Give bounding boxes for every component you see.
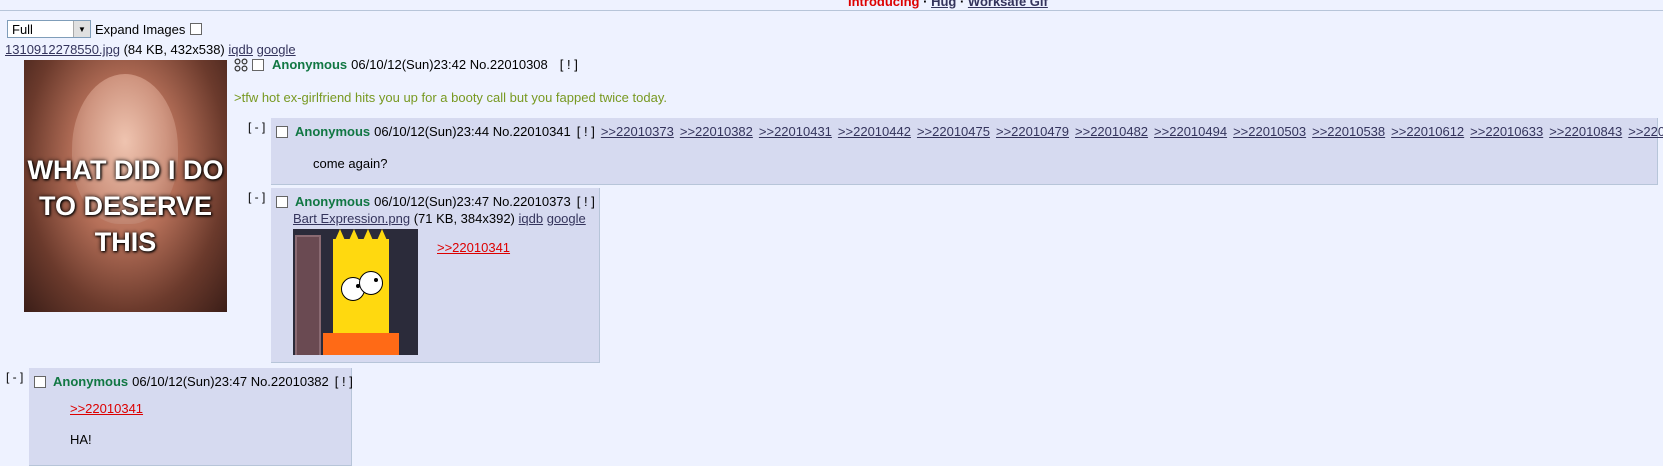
reply-2-google-link[interactable]: google	[547, 211, 586, 226]
bart-image-spike	[333, 229, 347, 245]
backlink[interactable]: >>22010503	[1233, 124, 1306, 139]
op-poster-name: Anonymous	[272, 57, 348, 72]
reply-3-toggle[interactable]: [ - ]	[6, 370, 23, 384]
op-google-link[interactable]: google	[257, 42, 296, 57]
op-image-caption: WHAT DID I DO TO DESERVE THIS	[27, 155, 224, 257]
reply-2-iqdb-link[interactable]: iqdb	[519, 211, 544, 226]
reply-1-checkbox[interactable]	[276, 125, 288, 138]
backlink[interactable]: >>22010442	[838, 124, 911, 139]
top-nav-sep-2: ·	[956, 0, 968, 9]
backlink[interactable]: >>22010482	[1075, 124, 1148, 139]
expand-images-checkbox[interactable]	[190, 23, 203, 35]
reply-3-comment: HA!	[70, 432, 92, 447]
reply-3-report-link[interactable]: [ ! ]	[335, 374, 353, 389]
backlink[interactable]: >>22010479	[996, 124, 1069, 139]
op-image[interactable]: WHAT DID I DO TO DESERVE THIS	[24, 60, 227, 312]
bart-image-spike	[375, 229, 389, 245]
reply-2-checkbox[interactable]	[276, 195, 288, 208]
op-file-info: 1310912278550.jpg (84 KB, 432x538) iqdb …	[5, 42, 296, 57]
reply-2-date: 06/10/12(Sun)23:47	[374, 194, 490, 209]
chevron-down-icon: ▼	[73, 21, 90, 37]
reply-1: Anonymous 06/10/12(Sun)23:44 No.22010341…	[271, 118, 1663, 185]
reply-3-poster-name: Anonymous	[53, 374, 129, 389]
reply-2-poster-name: Anonymous	[295, 194, 371, 209]
reply-2-quote-link[interactable]: >>22010341	[437, 240, 510, 255]
top-nav-text: Introducing	[848, 0, 920, 9]
reply-3-header: Anonymous 06/10/12(Sun)23:47 No.22010382…	[34, 374, 353, 389]
top-nav-sep: ·	[919, 0, 932, 9]
top-nav: Introducing · Hug · Worksafe Gif	[848, 0, 1048, 9]
backlink[interactable]: >>22010431	[759, 124, 832, 139]
reply-1-report-link[interactable]: [ ! ]	[577, 124, 595, 139]
backlink[interactable]: >>22010612	[1391, 124, 1464, 139]
expand-images-label: Expand Images	[95, 21, 186, 37]
reply-3-quote-link[interactable]: >>22010341	[70, 401, 143, 416]
op-date: 06/10/12(Sun)23:42	[351, 57, 467, 72]
reply-1-comment: come again?	[313, 156, 388, 171]
top-nav-link-hug[interactable]: Hug	[931, 0, 956, 9]
bart-image-shirt	[323, 333, 399, 355]
backlink[interactable]: >>22010538	[1312, 124, 1385, 139]
op-post-number[interactable]: No.22010308	[470, 57, 548, 72]
bart-image-door	[295, 235, 321, 355]
reply-2-toggle[interactable]: [ - ]	[248, 190, 265, 204]
bart-image-eye	[359, 271, 383, 295]
bart-image-spike	[347, 229, 361, 245]
backlink[interactable]: >>22010843	[1549, 124, 1622, 139]
reply-3-post-number[interactable]: No.22010382	[251, 374, 329, 389]
backlink[interactable]: >>22010475	[917, 124, 990, 139]
op-header: Anonymous 06/10/12(Sun)23:42 No.22010308…	[234, 57, 578, 72]
bart-image-spike	[361, 229, 375, 245]
reply-2-image[interactable]	[293, 229, 418, 355]
reply-2-file-meta: (71 KB, 384x392)	[413, 211, 515, 226]
op-select-checkbox[interactable]	[252, 58, 264, 71]
op-file-meta: (84 KB, 432x538)	[123, 42, 225, 57]
top-divider	[0, 10, 1663, 11]
top-nav-link-worksafe[interactable]: Worksafe Gif	[968, 0, 1048, 9]
reply-3-checkbox[interactable]	[34, 375, 46, 388]
backlink[interactable]: >>22010382	[680, 124, 753, 139]
reply-2-header: Anonymous 06/10/12(Sun)23:47 No.22010373…	[276, 194, 595, 209]
op-iqdb-link[interactable]: iqdb	[228, 42, 253, 57]
bart-image-pupil	[374, 278, 378, 282]
reply-2-report-link[interactable]: [ ! ]	[577, 194, 595, 209]
reply-1-poster-name: Anonymous	[295, 124, 371, 139]
reply-1-date: 06/10/12(Sun)23:44	[374, 124, 490, 139]
backlink[interactable]: >>22010633	[1470, 124, 1543, 139]
backlink[interactable]: >>22010494	[1154, 124, 1227, 139]
reply-3-date: 06/10/12(Sun)23:47	[132, 374, 248, 389]
view-controls: Full ▼ Expand Images	[7, 20, 203, 38]
reply-1-backlinks: >>22010373 >>22010382 >>22010431 >>22010442…	[601, 124, 1663, 139]
op-file-link[interactable]: 1310912278550.jpg	[5, 42, 120, 57]
thread-watch-icon[interactable]	[234, 57, 248, 72]
reply-1-header: Anonymous 06/10/12(Sun)23:44 No.22010341…	[276, 124, 1663, 139]
reply-3: Anonymous 06/10/12(Sun)23:47 No.22010382…	[29, 368, 353, 466]
reply-2-file-info: Bart Expression.png (71 KB, 384x392) iqd…	[293, 211, 586, 226]
reply-2-post-number[interactable]: No.22010373	[493, 194, 571, 209]
op-comment: >tfw hot ex-girlfriend hits you up for a…	[234, 90, 667, 105]
reply-2-file-link[interactable]: Bart Expression.png	[293, 211, 410, 226]
backlink[interactable]: >>22010373	[601, 124, 674, 139]
reply-1-post-number[interactable]: No.22010341	[493, 124, 571, 139]
op-report-link[interactable]: [ ! ]	[560, 57, 578, 72]
view-mode-select[interactable]: Full ▼	[7, 20, 91, 38]
reply-1-toggle[interactable]: [ - ]	[248, 120, 265, 134]
view-mode-value: Full	[12, 21, 33, 37]
backlink[interactable]: >>22010870	[1628, 124, 1663, 139]
